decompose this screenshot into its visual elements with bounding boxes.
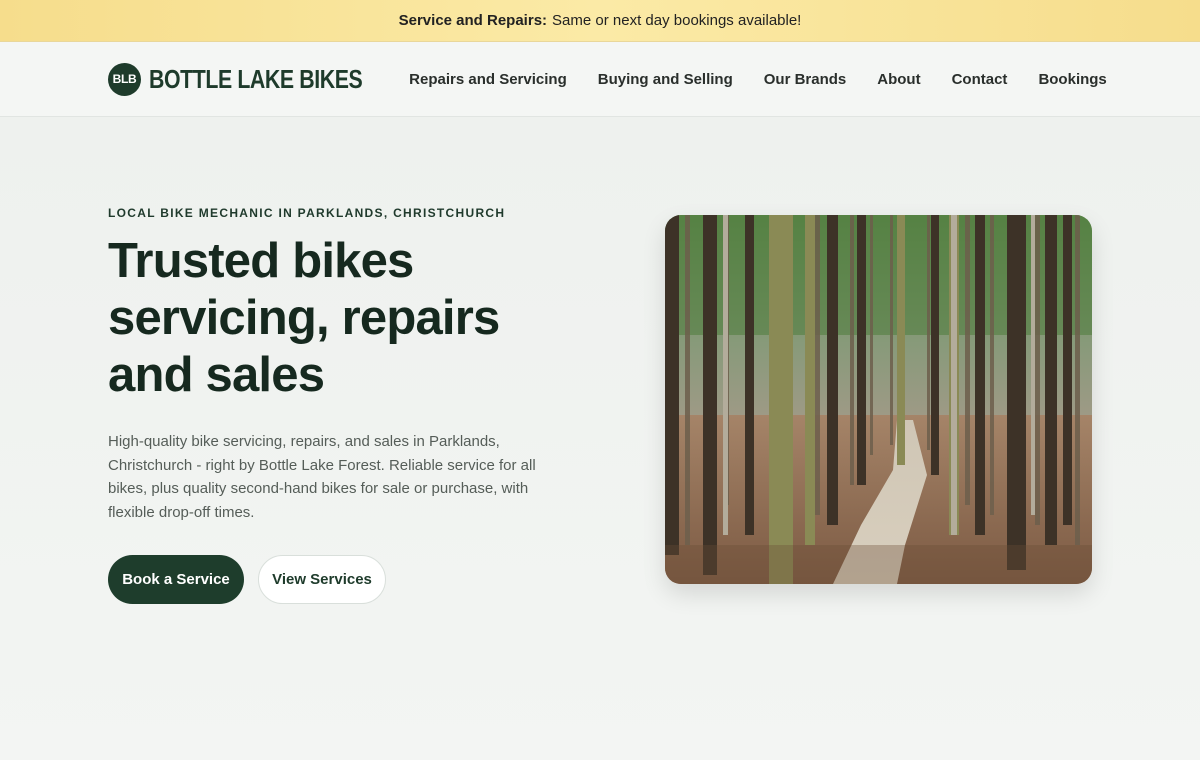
forest-trail-photo xyxy=(665,215,1092,584)
view-services-button[interactable]: View Services xyxy=(258,555,386,604)
hero-description: High-quality bike servicing, repairs, an… xyxy=(108,433,536,521)
nav-our-brands[interactable]: Our Brands xyxy=(764,71,847,88)
book-service-button[interactable]: Book a Service xyxy=(108,555,244,604)
nav-about[interactable]: About xyxy=(877,71,920,88)
hero-content: LOCAL BIKE MECHANIC IN PARKLANDS, CHRIST… xyxy=(108,206,548,604)
announcement-text: Same or next day bookings available! xyxy=(552,12,802,29)
announcement-bar: Service and Repairs: Same or next day bo… xyxy=(0,0,1200,42)
main-nav: Repairs and Servicing Buying and Selling… xyxy=(409,71,1107,88)
brand-logo-link[interactable]: BLB BOTTLE LAKE BIKES xyxy=(108,62,409,96)
hero-section: LOCAL BIKE MECHANIC IN PARKLANDS, CHRIST… xyxy=(0,117,1200,759)
logo-badge: BLB xyxy=(108,62,141,96)
brand-name: BOTTLE LAKE BIKES xyxy=(149,63,363,94)
nav-bookings[interactable]: Bookings xyxy=(1038,71,1106,88)
hero-headline: Trusted bikes servicing, repairs and sal… xyxy=(108,234,500,402)
nav-repairs-and-servicing[interactable]: Repairs and Servicing xyxy=(409,71,567,88)
hero-cta-group: Book a Service View Services xyxy=(108,555,548,604)
hero-eyebrow: LOCAL BIKE MECHANIC IN PARKLANDS, CHRIST… xyxy=(108,206,506,220)
nav-contact[interactable]: Contact xyxy=(952,71,1008,88)
announcement-bold: Service and Repairs: xyxy=(398,12,548,29)
nav-buying-and-selling[interactable]: Buying and Selling xyxy=(598,71,733,88)
site-header: BLB BOTTLE LAKE BIKES Repairs and Servic… xyxy=(0,42,1200,117)
